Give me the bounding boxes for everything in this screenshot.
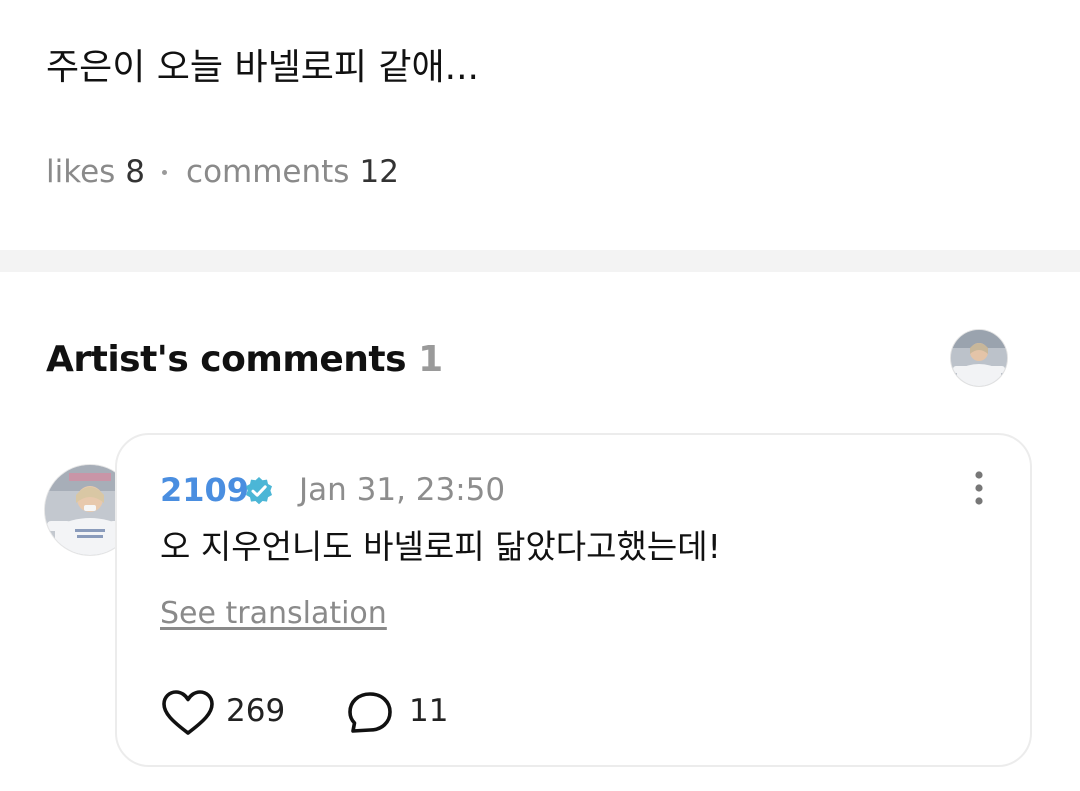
comments-count[interactable]: 12 bbox=[359, 150, 398, 194]
post: 주은이 오늘 바넬로피 같애... likes 8 comments 12 bbox=[0, 0, 1080, 250]
more-vertical-icon[interactable] bbox=[959, 469, 999, 509]
verified-badge-icon bbox=[246, 477, 272, 505]
comment-reply-count: 11 bbox=[409, 693, 449, 729]
see-translation-link[interactable]: See translation bbox=[160, 593, 387, 635]
comment-author-name[interactable]: 2109 bbox=[160, 468, 249, 512]
likes-count[interactable]: 8 bbox=[125, 150, 145, 194]
comment-timestamp: Jan 31, 23:50 bbox=[299, 472, 506, 508]
post-text: 주은이 오늘 바넬로피 같애... bbox=[46, 47, 479, 88]
artist-comments-title: Artist's comments bbox=[46, 339, 407, 380]
artist-filter-avatar[interactable] bbox=[951, 330, 1007, 386]
heart-outline-icon[interactable] bbox=[160, 689, 216, 737]
comment-text: 오 지우언니도 바넬로피 닮았다고했는데! bbox=[160, 527, 721, 566]
likes-label[interactable]: likes bbox=[46, 150, 115, 194]
comment-like-count: 269 bbox=[226, 693, 286, 729]
avatar-image bbox=[951, 330, 1007, 386]
post-stats: likes 8 comments 12 bbox=[46, 150, 399, 194]
artist-comment-card: 2109 Jan 31, 23:50 오 지우언니도 바넬로피 닮았다고했는데!… bbox=[115, 433, 1032, 767]
speech-bubble-icon[interactable] bbox=[345, 689, 395, 737]
artist-comments-heading: Artist's comments 1 bbox=[46, 336, 443, 384]
section-divider bbox=[0, 250, 1080, 272]
comments-label[interactable]: comments bbox=[186, 150, 349, 194]
artist-comments-count: 1 bbox=[418, 339, 443, 380]
stat-separator-dot bbox=[162, 169, 168, 175]
